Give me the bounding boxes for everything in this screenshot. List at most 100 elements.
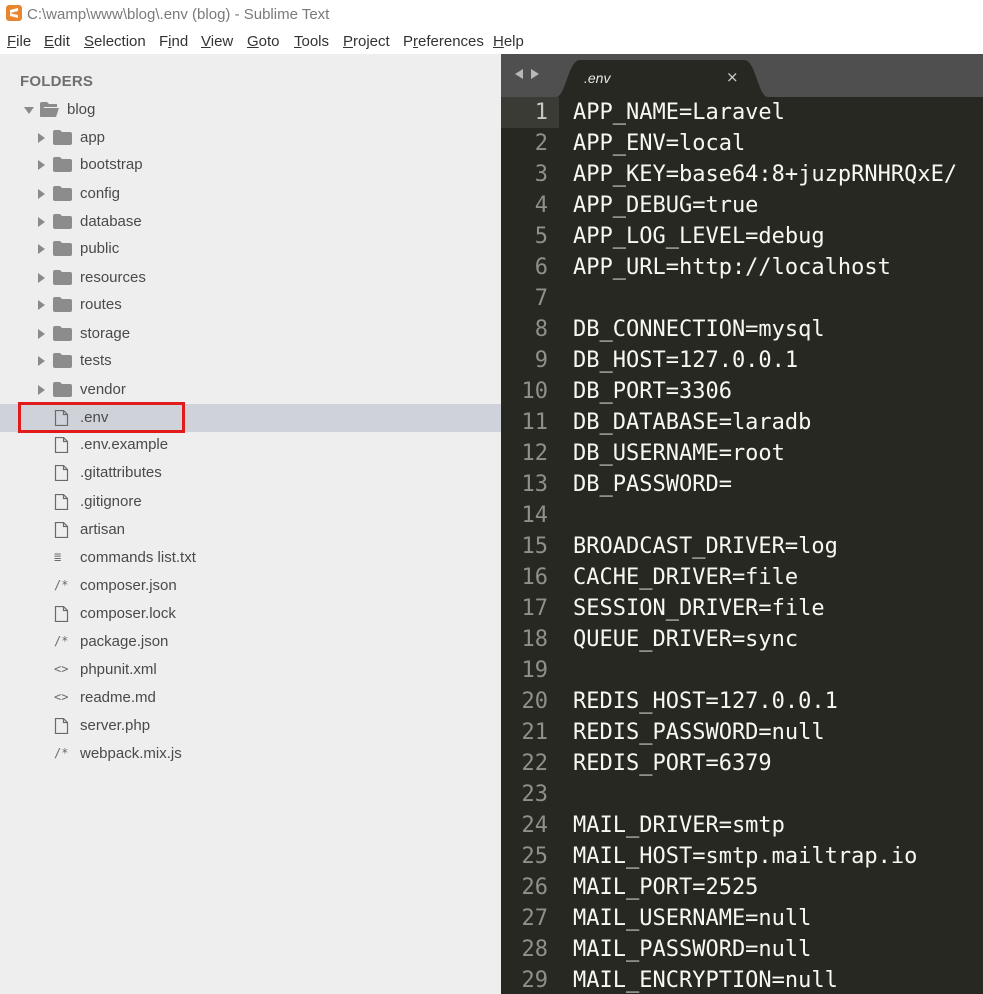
code-line[interactable]: DB_PORT=3306 [573,376,732,407]
menu-find[interactable]: Find [159,33,188,50]
code-line[interactable]: REDIS_PASSWORD=null [573,717,825,748]
menu-tools[interactable]: Tools [294,33,329,50]
code-line[interactable]: APP_URL=http://localhost [573,252,891,283]
menu-view[interactable]: View [201,33,233,50]
tree-label: config [80,185,121,202]
tree-folder-blog[interactable]: blog [0,96,501,124]
code-line[interactable]: APP_KEY=base64:8+juzpRNHRQxE/ [573,159,957,190]
tree-label: public [80,240,120,257]
folders-header: FOLDERS [20,73,94,90]
code-line[interactable]: DB_PASSWORD= [573,469,732,500]
window-title: C:\wamp\www\blog\.env (blog) - Sublime T… [27,6,330,23]
tree-folder-vendor[interactable]: vendor [0,376,501,404]
chevron-right-icon[interactable] [38,217,45,227]
code-line[interactable]: MAIL_PORT=2525 [573,872,758,903]
menu-file[interactable]: File [7,33,31,50]
code-line[interactable]: DB_DATABASE=laradb [573,407,811,438]
line-number: 8 [534,317,548,342]
menu-project[interactable]: Project [343,33,390,50]
menu-selection[interactable]: Selection [84,33,146,50]
code-line[interactable]: MAIL_USERNAME=null [573,903,811,934]
code-line[interactable]: APP_ENV=local [573,128,745,159]
tree-folder-database[interactable]: database [0,208,501,236]
tree-folder-bootstrap[interactable]: bootstrap [0,151,501,179]
chevron-right-icon[interactable] [38,244,45,254]
tree-file-webpack-mix-js[interactable]: /* webpack.mix.js [0,740,501,768]
line-number: 2 [534,131,548,156]
json-file-icon: /* [54,746,69,760]
chevron-right-icon[interactable] [38,273,45,283]
chevron-right-icon[interactable] [38,385,45,395]
code-line[interactable]: REDIS_PORT=6379 [573,748,772,779]
editor[interactable]: .env × 1 APP_NAME=Laravel 2 APP_ENV=local 3 A… [501,54,983,994]
tab-env[interactable]: .env × [556,60,768,97]
tree-folder-tests[interactable]: tests [0,347,501,375]
menu-goto[interactable]: Goto [247,33,280,50]
code-line[interactable]: APP_NAME=Laravel [573,97,785,128]
code-line[interactable]: CACHE_DRIVER=file [573,562,798,593]
line-number: 15 [521,534,549,559]
code-line[interactable]: DB_USERNAME=root [573,438,785,469]
tree-folder-config[interactable]: config [0,180,501,208]
chevron-right-icon[interactable] [38,356,45,366]
menu-help[interactable]: Help [493,33,524,50]
tree-file-gitattributes[interactable]: .gitattributes [0,459,501,487]
file-icon [54,717,69,735]
code-line[interactable]: MAIL_DRIVER=smtp [573,810,785,841]
tree-file-gitignore[interactable]: .gitignore [0,488,501,516]
tree-folder-public[interactable]: public [0,235,501,263]
tree-folder-storage[interactable]: storage [0,320,501,348]
line-number: 11 [521,410,549,435]
folder-icon [53,353,72,368]
tree-label: package.json [80,633,169,650]
code-line[interactable]: SESSION_DRIVER=file [573,593,825,624]
chevron-right-icon[interactable] [38,133,45,143]
chevron-right-icon[interactable] [38,160,45,170]
code-line[interactable]: QUEUE_DRIVER=sync [573,624,798,655]
code-line[interactable]: APP_LOG_LEVEL=debug [573,221,825,252]
folder-icon [53,157,72,172]
code-line[interactable]: MAIL_HOST=smtp.mailtrap.io [573,841,917,872]
code-line[interactable]: MAIL_ENCRYPTION=null [573,965,838,994]
chevron-right-icon[interactable] [38,329,45,339]
menu-edit[interactable]: Edit [44,33,70,50]
tree-file-package-json[interactable]: /* package.json [0,628,501,656]
file-icon [54,409,69,427]
tree-folder-routes[interactable]: routes [0,291,501,319]
tree-file-server-php[interactable]: server.php [0,712,501,740]
chevron-right-icon[interactable] [531,69,539,79]
tree-file-env[interactable]: .env [0,404,501,432]
code-line[interactable]: MAIL_PASSWORD=null [573,934,811,965]
line-number: 19 [521,658,549,683]
line-number: 18 [521,627,549,652]
folder-icon [53,130,72,145]
tree-file-composer-lock[interactable]: composer.lock [0,600,501,628]
tree-folder-resources[interactable]: resources [0,264,501,292]
line-number: 5 [534,224,548,249]
close-icon[interactable]: × [726,68,739,86]
tree-file-readme-md[interactable]: <> readme.md [0,684,501,712]
code-line[interactable]: REDIS_HOST=127.0.0.1 [573,686,838,717]
menu-preferences[interactable]: Preferences [403,33,484,50]
folder-icon [53,241,72,256]
code-line[interactable]: DB_CONNECTION=mysql [573,314,825,345]
chevron-right-icon[interactable] [38,300,45,310]
tree-label: blog [67,101,96,118]
code-line[interactable]: DB_HOST=127.0.0.1 [573,345,798,376]
code-line[interactable]: APP_DEBUG=true [573,190,758,221]
code-line[interactable]: BROADCAST_DRIVER=log [573,531,838,562]
json-file-icon: /* [54,578,69,592]
chevron-down-icon[interactable] [24,107,34,114]
tree-file-composer-json[interactable]: /* composer.json [0,572,501,600]
chevron-left-icon[interactable] [515,69,523,79]
line-number: 3 [534,162,548,187]
tree-file-artisan[interactable]: artisan [0,516,501,544]
folder-icon [53,326,72,341]
chevron-right-icon[interactable] [38,189,45,199]
tree-file-env-example[interactable]: .env.example [0,431,501,459]
tree-file-phpunit-xml[interactable]: <> phpunit.xml [0,656,501,684]
line-number: 28 [521,937,549,962]
folder-icon [53,382,72,397]
tree-folder-app[interactable]: app [0,124,501,152]
tree-file-commands-list-txt[interactable]: ≣ commands list.txt [0,544,501,572]
